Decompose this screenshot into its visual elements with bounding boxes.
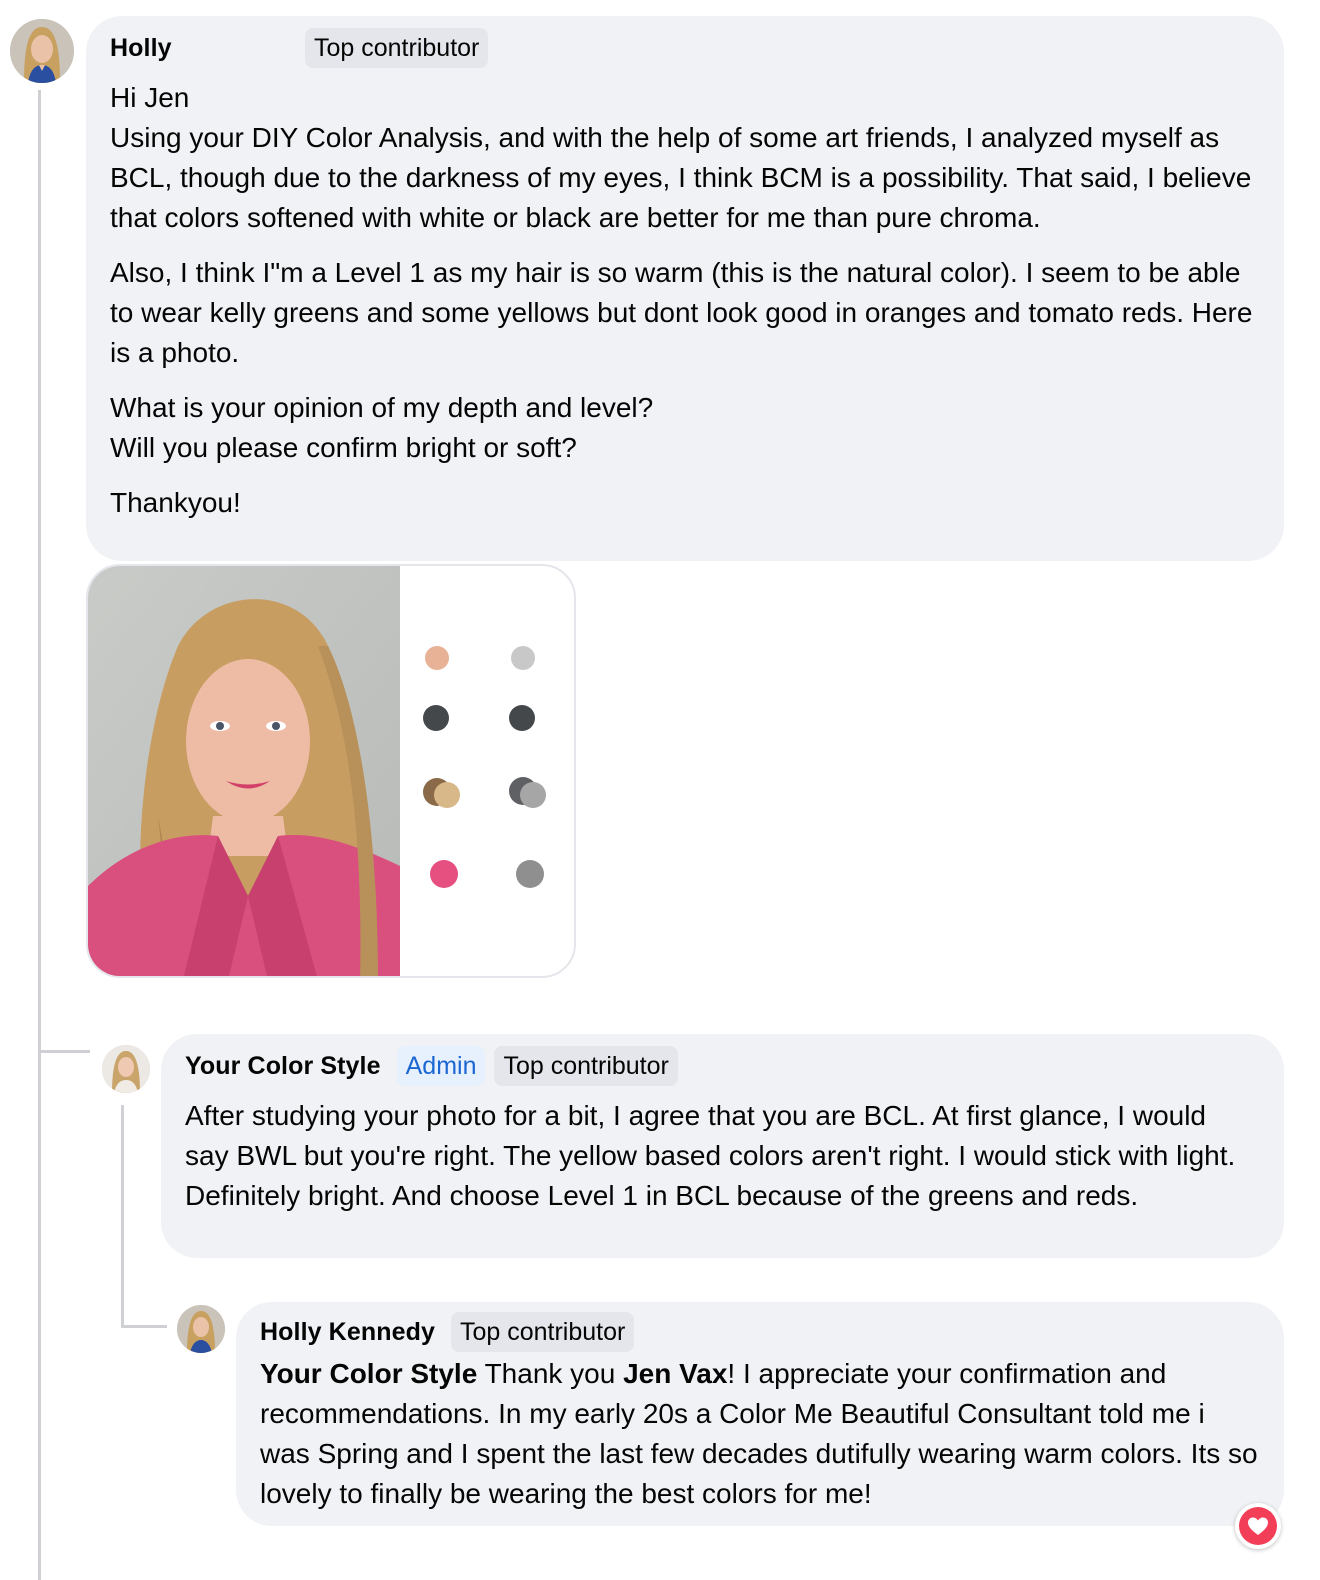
swatch-tan <box>434 782 460 808</box>
comment-line: Will you please confirm bright or soft? <box>110 432 577 463</box>
reaction-badge[interactable] <box>1235 1503 1281 1549</box>
reply-author[interactable]: Your Color Style <box>185 1052 381 1081</box>
swatch-light-gray <box>511 646 535 670</box>
heart-icon <box>1239 1507 1277 1545</box>
attached-photo[interactable] <box>86 564 576 978</box>
comment-author[interactable]: Holly <box>110 34 305 63</box>
avatar[interactable] <box>10 19 74 83</box>
swatch-charcoal <box>423 705 449 731</box>
comment-line: Hi Jen <box>110 82 190 113</box>
comment-paragraph: What is your opinion of my depth and lev… <box>110 388 1260 468</box>
thread-line-branch-2 <box>121 1325 167 1328</box>
swatch-charcoal-2 <box>509 705 535 731</box>
swatch-pink <box>430 860 458 888</box>
avatar[interactable] <box>102 1045 150 1093</box>
reply-text: Your Color Style Thank you Jen Vax! I ap… <box>260 1354 1260 1514</box>
top-contributor-badge[interactable]: Top contributor <box>305 28 489 68</box>
thread-line-main <box>38 90 41 1580</box>
swatch-peach <box>425 646 449 670</box>
comment-line: Also, I think I"m a Level 1 as my hair i… <box>110 257 1253 368</box>
top-contributor-badge[interactable]: Top contributor <box>450 1312 635 1352</box>
avatar[interactable] <box>177 1305 225 1353</box>
comment-paragraph: Also, I think I"m a Level 1 as my hair i… <box>110 253 1260 373</box>
comment-line: What is your opinion of my depth and lev… <box>110 392 654 423</box>
mention-link[interactable]: Jen Vax <box>623 1358 727 1389</box>
admin-badge[interactable]: Admin <box>396 1046 486 1086</box>
reply-author[interactable]: Holly Kennedy <box>260 1318 435 1347</box>
reply-text: After studying your photo for a bit, I a… <box>185 1100 1236 1211</box>
comment-text: Hi Jen Using your DIY Color Analysis, an… <box>110 78 1260 523</box>
thread-line-branch-1 <box>38 1050 90 1053</box>
reply-text-segment: Thank you <box>477 1358 624 1389</box>
top-contributor-badge[interactable]: Top contributor <box>494 1046 678 1086</box>
reply-bubble: Your Color Style Admin Top contributor A… <box>161 1034 1284 1258</box>
swatch-gray <box>520 782 546 808</box>
mention-link[interactable]: Your Color Style <box>260 1358 477 1389</box>
swatch-medium-gray <box>516 860 544 888</box>
comment-line: Using your DIY Color Analysis, and with … <box>110 122 1252 233</box>
comment-paragraph: Hi Jen Using your DIY Color Analysis, an… <box>110 78 1260 238</box>
thread-line-sub <box>121 1105 124 1325</box>
portrait-photo <box>88 566 400 976</box>
comment-line: Thankyou! <box>110 487 241 518</box>
comment-paragraph: Thankyou! <box>110 483 1260 523</box>
reply-bubble: Holly Kennedy Top contributor Your Color… <box>236 1302 1284 1526</box>
comment-bubble: Holly Top contributor Hi Jen Using your … <box>86 16 1284 561</box>
